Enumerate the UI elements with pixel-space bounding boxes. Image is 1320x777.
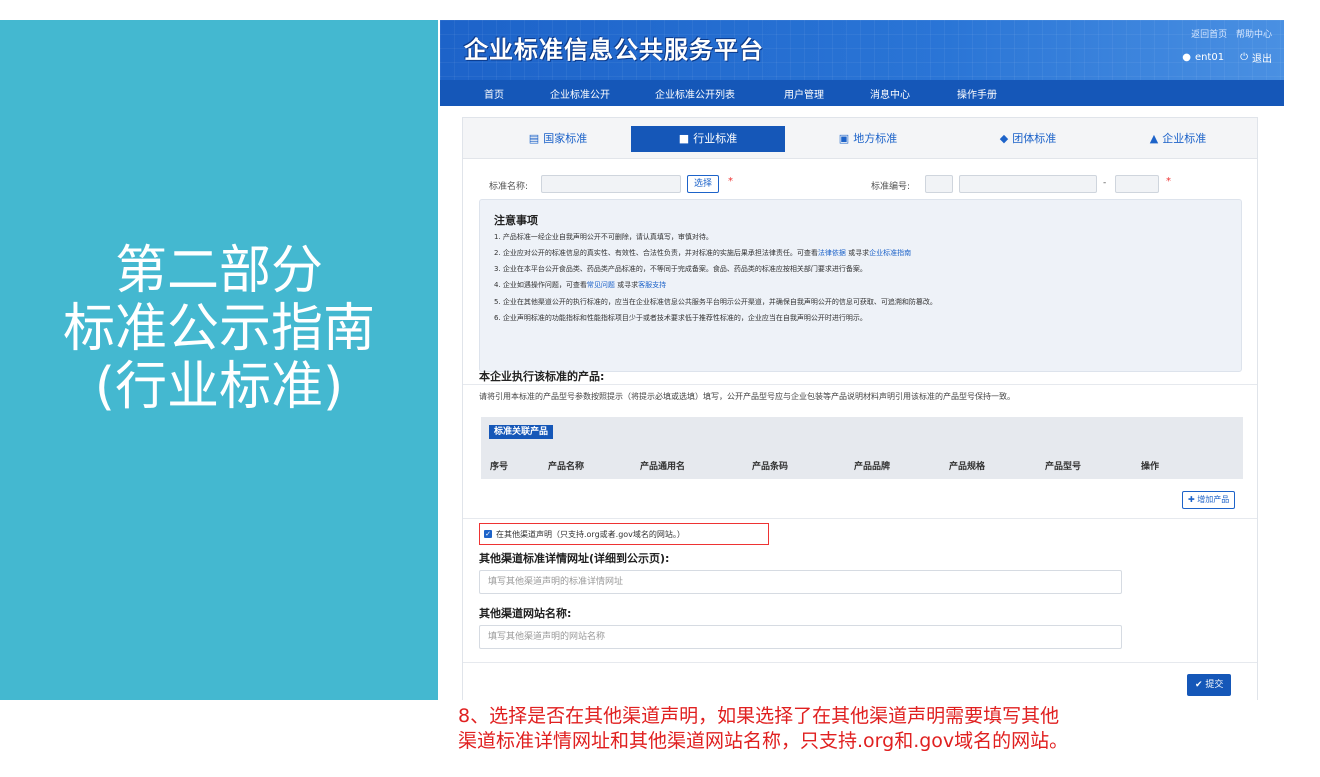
check-icon: ✔ <box>1195 680 1206 690</box>
user-area: ● ent01 ⏻ 退出 <box>1182 50 1272 65</box>
tab-group[interactable]: ◆ 团体标准 <box>963 126 1093 152</box>
tab-local[interactable]: ▣ 地方标准 <box>813 126 923 152</box>
select-button[interactable]: 选择 <box>687 175 720 193</box>
briefcase-icon: ■ <box>678 132 690 145</box>
notice-line-1: 1. 产品标准一经企业自我声明公开不可删除，请认真填写，审慎对待。 <box>494 233 713 241</box>
nav-item-std-public[interactable]: 企业标准公开 <box>550 86 610 101</box>
slide-caption: 8、选择是否在其他渠道声明，如果选择了在其他渠道声明需要填写其他 渠道标准详情网… <box>458 704 1218 754</box>
legal-basis-link[interactable]: 法律依据 <box>818 249 846 257</box>
section-title-line3: (行业标准) <box>94 357 344 417</box>
col-spec: 产品规格 <box>949 461 986 472</box>
products-desc: 请将引用本标准的产品型号参数按照提示（将提示必填或选填）填写，公开产品型号应与企… <box>479 392 1015 401</box>
left-panel: 第二部分 标准公示指南 (行业标准) <box>0 20 438 700</box>
screenshot-panel: 企业标准信息公共服务平台 返回首页 帮助中心 ● ent01 ⏻ 退出 首页 企… <box>440 20 1284 700</box>
app-header: 企业标准信息公共服务平台 返回首页 帮助中心 ● ent01 ⏻ 退出 <box>440 20 1284 80</box>
caption-line2: 渠道标准详情网址和其他渠道网站名称，只支持.org和.gov域名的网站。 <box>458 730 1069 752</box>
other-channel-checkbox-label: 在其他渠道声明（只支持.org或者.gov域名的网站。） <box>496 530 685 539</box>
notice-box: 注意事项 1. 产品标准一经企业自我声明公开不可删除，请认真填写，审慎对待。 2… <box>479 199 1242 372</box>
power-icon: ⏻ <box>1240 52 1248 63</box>
tab-enterprise[interactable]: ▲ 企业标准 <box>1113 126 1243 152</box>
col-model: 产品型号 <box>1045 461 1082 472</box>
notice-title: 注意事项 <box>494 214 538 227</box>
link-return-home[interactable]: 返回首页 <box>1191 30 1227 40</box>
link-help-center[interactable]: 帮助中心 <box>1236 30 1272 40</box>
user-icon: ● <box>1182 52 1191 63</box>
other-url-label: 其他渠道标准详情网址(详细到公示页): <box>479 552 670 565</box>
support-link[interactable]: 客服支持 <box>638 281 666 289</box>
std-name-label: 标准名称: <box>489 182 529 192</box>
section-title: 第二部分 标准公示指南 (行业标准) <box>0 242 438 416</box>
notice-line-2: 2. 企业应对公开的标准信息的真实性、有效性、合法性负责，并对标准的实施后果承担… <box>494 249 912 257</box>
nav-item-home[interactable]: 首页 <box>484 86 504 101</box>
std-no-year-input[interactable] <box>1115 175 1159 193</box>
std-no-label: 标准编号: <box>871 182 911 192</box>
related-products-table: 标准关联产品 序号 产品名称 产品通用名 产品条码 产品品牌 产品规格 产品型号… <box>481 417 1243 479</box>
section-title-line2: 标准公示指南 <box>62 299 375 359</box>
main-nav: 首页 企业标准公开 企业标准公开列表 用户管理 消息中心 操作手册 <box>440 80 1284 106</box>
plus-icon: ✚ <box>1188 495 1198 504</box>
logout-link[interactable]: 退出 <box>1252 50 1272 65</box>
nav-item-user-mgmt[interactable]: 用户管理 <box>784 86 824 101</box>
notice-line-5: 5. 企业在其他渠道公开的执行标准的，应当在企业标准信息公共服务平台明示公开渠道… <box>494 298 937 306</box>
add-product-button[interactable]: ✚ 增加产品 <box>1182 491 1236 509</box>
products-title: 本企业执行该标准的产品: <box>479 370 605 383</box>
other-channel-checkbox[interactable]: ✓ <box>484 530 492 538</box>
nav-item-std-list[interactable]: 企业标准公开列表 <box>655 86 735 101</box>
col-product-name: 产品名称 <box>548 461 585 472</box>
other-site-input[interactable]: 填写其他渠道声明的网站名称 <box>479 625 1122 649</box>
col-no: 序号 <box>490 461 509 472</box>
nav-item-messages[interactable]: 消息中心 <box>870 86 910 101</box>
document-icon: ▣ <box>838 132 850 145</box>
col-generic-name: 产品通用名 <box>640 461 686 472</box>
tab-national[interactable]: ▤ 国家标准 <box>503 126 613 152</box>
notice-line-4: 4. 企业如遇操作问题，可查看常见问题 或寻求客服支持 <box>494 281 667 289</box>
faq-link[interactable]: 常见问题 <box>587 281 615 289</box>
section-title-line1: 第二部分 <box>114 241 323 301</box>
std-no-prefix-input[interactable] <box>925 175 953 193</box>
nav-item-manual[interactable]: 操作手册 <box>957 86 997 101</box>
related-products-badge: 标准关联产品 <box>489 425 554 439</box>
caption-line1: 8、选择是否在其他渠道声明，如果选择了在其他渠道声明需要填写其他 <box>458 705 1060 727</box>
standard-type-tabs: ▤ 国家标准 ■ 行业标准 ▣ 地方标准 ◆ 团体标准 ▲ 企业标准 <box>463 118 1257 159</box>
other-site-label: 其他渠道网站名称: <box>479 607 572 620</box>
submit-button[interactable]: ✔ 提交 <box>1187 674 1232 696</box>
required-mark: * <box>728 176 733 187</box>
tab-industry[interactable]: ■ 行业标准 <box>631 126 785 152</box>
user-name[interactable]: ent01 <box>1195 52 1224 63</box>
required-mark-2: * <box>1166 176 1171 187</box>
top-links: 返回首页 帮助中心 <box>1185 27 1272 40</box>
col-action: 操作 <box>1141 461 1160 472</box>
other-channel-highlight: ✓ 在其他渠道声明（只支持.org或者.gov域名的网站。） <box>479 523 769 545</box>
other-url-input[interactable]: 填写其他渠道声明的标准详情网址 <box>479 570 1122 594</box>
notice-line-6: 6. 企业声明标准的功能指标和性能指标项目少于或者技术要求低于推荐性标准的，企业… <box>494 314 867 322</box>
std-no-number-input[interactable] <box>959 175 1097 193</box>
col-barcode: 产品条码 <box>752 461 789 472</box>
std-no-dash: - <box>1103 178 1107 188</box>
bank-icon: ▲ <box>1149 132 1159 145</box>
shield-icon: ◆ <box>999 132 1009 145</box>
notice-line-3: 3. 企业在本平台公开食品类、药品类产品标准的，不等同于完成备案。食品、药品类的… <box>494 265 867 273</box>
std-name-input[interactable] <box>541 175 681 193</box>
col-brand: 产品品牌 <box>854 461 891 472</box>
platform-logo[interactable]: 企业标准信息公共服务平台 <box>464 30 764 65</box>
book-icon: ▤ <box>528 132 540 145</box>
std-guide-link[interactable]: 企业标准指南 <box>869 249 911 257</box>
table-header: 序号 产品名称 产品通用名 产品条码 产品品牌 产品规格 产品型号 操作 <box>481 451 1243 479</box>
form-card: ▤ 国家标准 ■ 行业标准 ▣ 地方标准 ◆ 团体标准 ▲ 企业标准 标准名称: 选择 *… <box>462 117 1258 700</box>
